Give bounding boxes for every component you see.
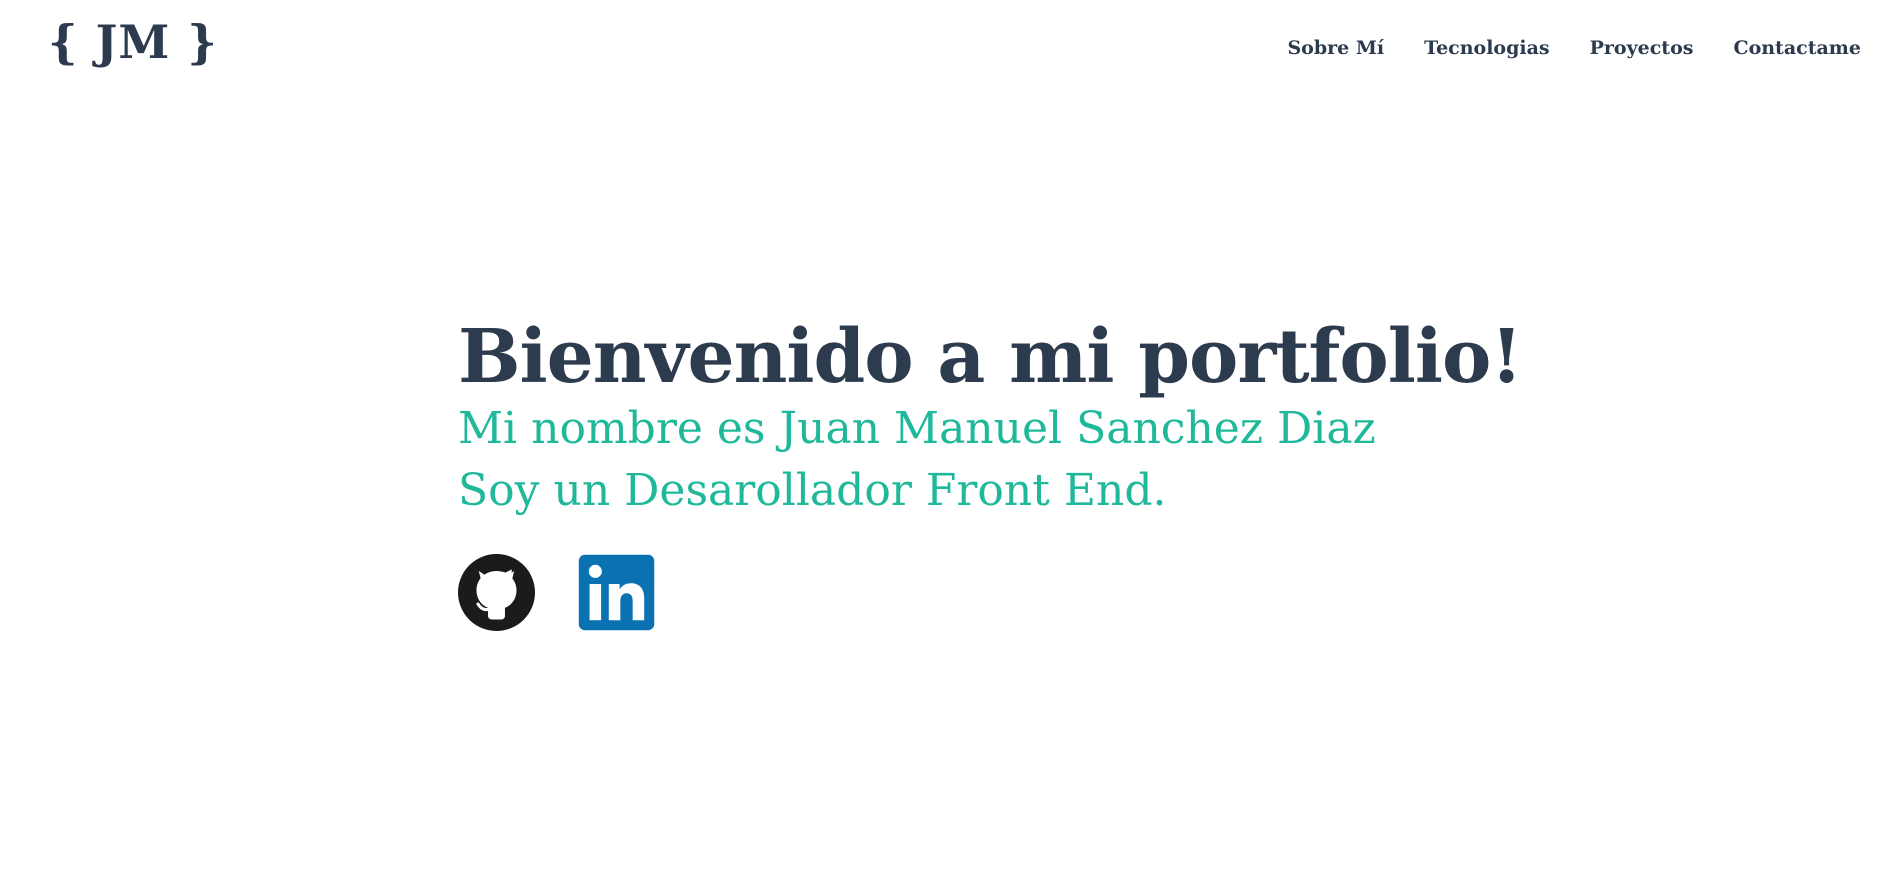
hero-title: Bienvenido a mi portfolio! xyxy=(458,314,1523,400)
hero-name-line: Mi nombre es Juan Manuel Sanchez Diaz xyxy=(458,403,1376,454)
nav-link-tecnologias[interactable]: Tecnologias xyxy=(1424,35,1550,61)
main-nav: Sobre Mí Tecnologias Proyectos Contactam… xyxy=(1287,35,1861,61)
github-icon xyxy=(458,554,535,631)
site-header: { JM } Sobre Mí Tecnologias Proyectos Co… xyxy=(0,0,1897,100)
github-link[interactable] xyxy=(458,554,535,631)
hero-role-line: Soy un Desarollador Front End. xyxy=(458,465,1167,516)
site-logo[interactable]: { JM } xyxy=(48,14,218,70)
hero-section: Bienvenido a mi portfolio! Mi nombre es … xyxy=(458,312,1523,631)
nav-link-sobre-mi[interactable]: Sobre Mí xyxy=(1287,35,1384,61)
linkedin-icon xyxy=(578,554,655,631)
nav-link-contactame[interactable]: Contactame xyxy=(1733,35,1861,61)
linkedin-link[interactable] xyxy=(578,554,655,631)
social-links xyxy=(458,554,1522,631)
nav-link-proyectos[interactable]: Proyectos xyxy=(1590,35,1694,61)
